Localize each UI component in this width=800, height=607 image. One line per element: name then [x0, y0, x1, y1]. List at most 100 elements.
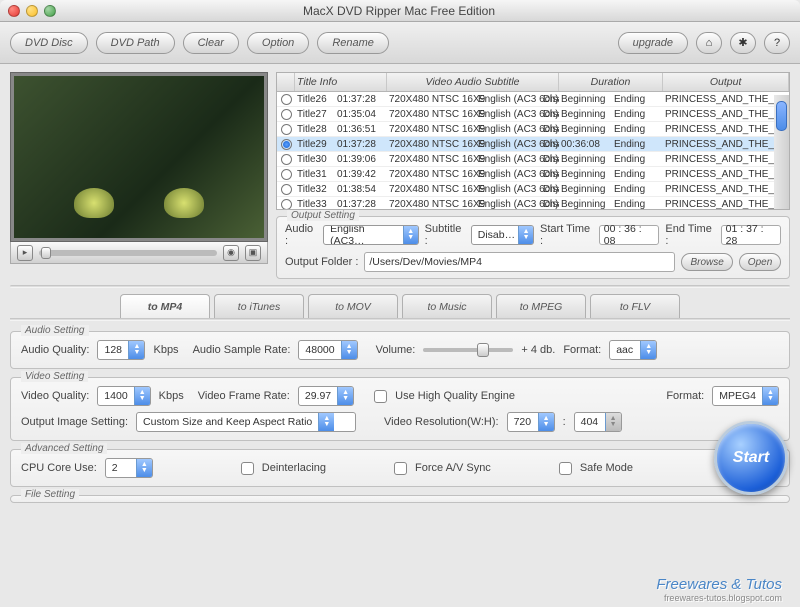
snapshot-icon[interactable]: ◉	[223, 245, 239, 261]
table-row[interactable]: Title2601:37:28720X480 NTSC 16X9English …	[277, 92, 789, 107]
start-time-field[interactable]: 00 : 36 : 08	[599, 225, 660, 245]
video-format-select[interactable]: MPEG4▲▼	[712, 386, 779, 406]
watermark: Freewares & Tutos freewares-tutos.blogsp…	[656, 576, 782, 603]
file-setting-group: File Setting	[10, 495, 790, 503]
audio-quality-select[interactable]: 128▲▼	[97, 340, 145, 360]
video-preview	[10, 72, 268, 242]
safe-mode-checkbox[interactable]	[559, 462, 572, 475]
table-scrollbar[interactable]	[774, 95, 789, 209]
seek-slider[interactable]	[39, 250, 217, 256]
window-title: MacX DVD Ripper Mac Free Edition	[56, 4, 742, 18]
globe-icon[interactable]: ✱	[730, 32, 756, 54]
volume-slider[interactable]	[423, 348, 513, 352]
format-tab[interactable]: to Music	[402, 294, 492, 318]
force-av-label: Force A/V Sync	[415, 462, 491, 474]
video-res-w-select[interactable]: 720▲▼	[507, 412, 555, 432]
advanced-setting-legend: Advanced Setting	[21, 443, 107, 454]
audio-kbps-label: Kbps	[153, 344, 178, 356]
format-tab[interactable]: to MP4	[120, 294, 210, 318]
output-folder-field[interactable]: /Users/Dev/Movies/MP4	[364, 252, 675, 272]
play-icon[interactable]: ▸	[17, 245, 33, 261]
video-format-label: Format:	[666, 390, 704, 402]
table-row[interactable]: Title3301:37:28720X480 NTSC 16X9English …	[277, 197, 789, 210]
player-controls: ▸ ◉ ▣	[10, 242, 268, 264]
home-icon[interactable]: ⌂	[696, 32, 722, 54]
audio-quality-label: Audio Quality:	[21, 344, 89, 356]
output-image-select[interactable]: Custom Size and Keep Aspect Ratio▲▼	[136, 412, 356, 432]
main-toolbar: DVD Disc DVD Path Clear Option Rename up…	[0, 22, 800, 64]
audio-format-select[interactable]: aac▲▼	[609, 340, 657, 360]
rename-button[interactable]: Rename	[317, 32, 389, 54]
dvd-path-button[interactable]: DVD Path	[96, 32, 175, 54]
hq-engine-checkbox[interactable]	[374, 390, 387, 403]
row-radio[interactable]	[281, 169, 292, 180]
video-frame-select[interactable]: 29.97▲▼	[298, 386, 354, 406]
start-time-label: Start Time :	[540, 223, 593, 247]
window-minimize-icon[interactable]	[26, 5, 38, 17]
row-radio[interactable]	[281, 199, 292, 210]
force-av-checkbox[interactable]	[394, 462, 407, 475]
col-title-info: Title Info	[295, 73, 387, 91]
upgrade-button[interactable]: upgrade	[618, 32, 688, 54]
video-quality-select[interactable]: 1400▲▼	[97, 386, 150, 406]
row-radio[interactable]	[281, 109, 292, 120]
row-radio[interactable]	[281, 184, 292, 195]
output-setting-legend: Output Setting	[287, 210, 359, 221]
safe-mode-label: Safe Mode	[580, 462, 633, 474]
format-tab[interactable]: to FLV	[590, 294, 680, 318]
format-tabs: to MP4to iTunesto MOVto Musicto MPEGto F…	[0, 290, 800, 318]
format-tab[interactable]: to MPEG	[496, 294, 586, 318]
start-button[interactable]: Start	[714, 421, 788, 495]
window-titlebar: MacX DVD Ripper Mac Free Edition	[0, 0, 800, 22]
col-duration: Duration	[559, 73, 663, 91]
row-radio[interactable]	[281, 94, 292, 105]
subtitle-label: Subtitle :	[425, 223, 465, 247]
cpu-core-select[interactable]: 2▲▼	[105, 458, 153, 478]
advanced-setting-group: Advanced Setting CPU Core Use: 2▲▼ Deint…	[10, 449, 790, 487]
window-close-icon[interactable]	[8, 5, 20, 17]
table-row[interactable]: Title2701:35:04720X480 NTSC 16X9English …	[277, 107, 789, 122]
audio-sample-label: Audio Sample Rate:	[193, 344, 291, 356]
format-tab[interactable]: to iTunes	[214, 294, 304, 318]
video-res-label: Video Resolution(W:H):	[384, 416, 499, 428]
window-zoom-icon[interactable]	[44, 5, 56, 17]
volume-db: + 4 db.	[521, 344, 555, 356]
audio-select[interactable]: English (AC3…▲▼	[323, 225, 419, 245]
video-frame-label: Video Frame Rate:	[198, 390, 290, 402]
option-button[interactable]: Option	[247, 32, 309, 54]
browse-button[interactable]: Browse	[681, 253, 732, 271]
table-row[interactable]: Title3001:39:06720X480 NTSC 16X9English …	[277, 152, 789, 167]
table-row[interactable]: Title2801:36:51720X480 NTSC 16X9English …	[277, 122, 789, 137]
output-folder-label: Output Folder :	[285, 256, 358, 268]
table-row[interactable]: Title3101:39:42720X480 NTSC 16X9English …	[277, 167, 789, 182]
end-time-field[interactable]: 01 : 37 : 28	[721, 225, 782, 245]
row-radio[interactable]	[281, 124, 292, 135]
camera-icon[interactable]: ▣	[245, 245, 261, 261]
end-time-label: End Time :	[665, 223, 714, 247]
format-tab[interactable]: to MOV	[308, 294, 398, 318]
row-radio[interactable]	[281, 139, 292, 150]
audio-setting-group: Audio Setting Audio Quality: 128▲▼ Kbps …	[10, 331, 790, 369]
audio-setting-legend: Audio Setting	[21, 325, 89, 336]
open-button[interactable]: Open	[739, 253, 781, 271]
output-image-label: Output Image Setting:	[21, 416, 128, 428]
audio-sample-select[interactable]: 48000▲▼	[298, 340, 357, 360]
subtitle-select[interactable]: Disab…▲▼	[471, 225, 534, 245]
col-output: Output	[663, 73, 789, 91]
clear-button[interactable]: Clear	[183, 32, 239, 54]
video-quality-label: Video Quality:	[21, 390, 89, 402]
deinterlacing-checkbox[interactable]	[241, 462, 254, 475]
row-radio[interactable]	[281, 154, 292, 165]
cpu-core-label: CPU Core Use:	[21, 462, 97, 474]
dvd-disc-button[interactable]: DVD Disc	[10, 32, 88, 54]
titles-table: Title Info Video Audio Subtitle Duration…	[276, 72, 790, 210]
col-vas: Video Audio Subtitle	[387, 73, 559, 91]
help-icon[interactable]: ?	[764, 32, 790, 54]
output-setting-group: Output Setting Audio : English (AC3…▲▼ S…	[276, 216, 790, 279]
video-res-h-select[interactable]: 404▲▼	[574, 412, 622, 432]
table-row[interactable]: Title2901:37:28720X480 NTSC 16X9English …	[277, 137, 789, 152]
deinterlacing-label: Deinterlacing	[262, 462, 326, 474]
table-row[interactable]: Title3201:38:54720X480 NTSC 16X9English …	[277, 182, 789, 197]
video-kbps-label: Kbps	[159, 390, 184, 402]
audio-format-label: Format:	[563, 344, 601, 356]
